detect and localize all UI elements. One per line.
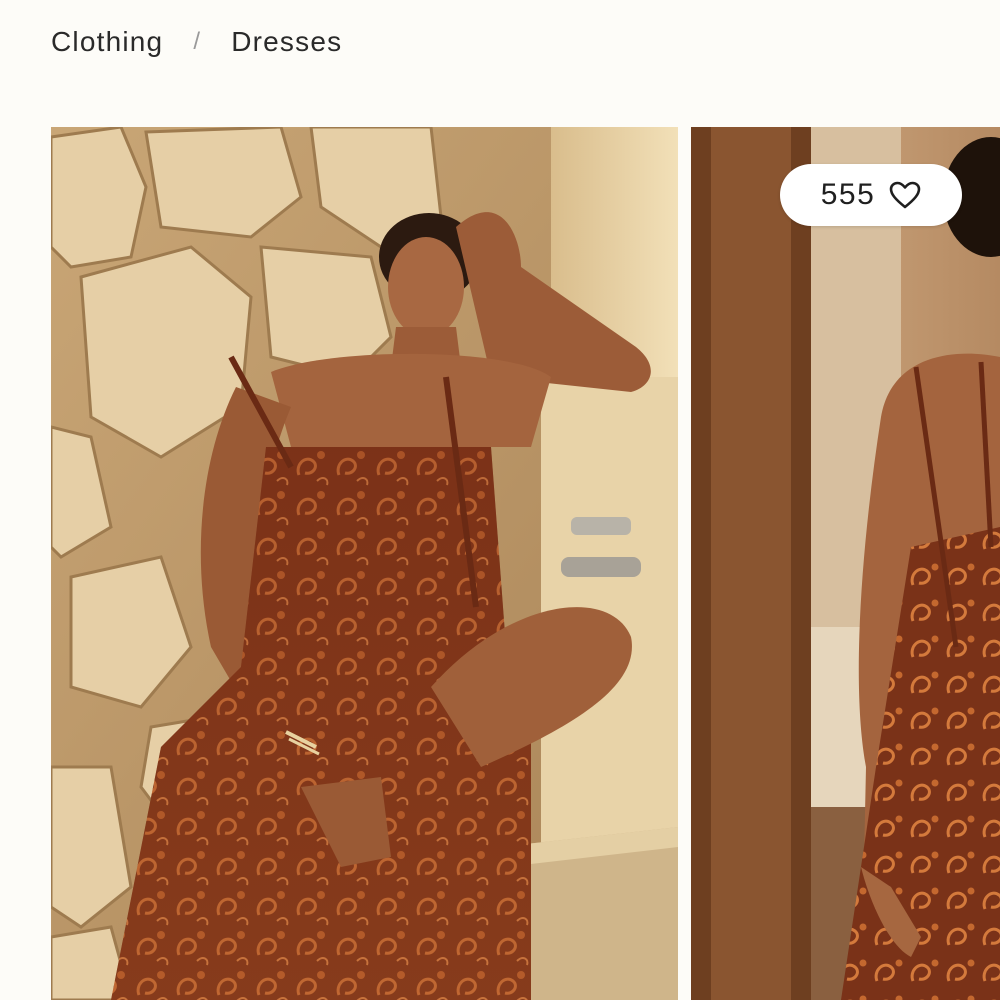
breadcrumb-separator: / <box>193 28 202 55</box>
favorite-button[interactable]: 555 <box>780 164 962 226</box>
product-image-front[interactable] <box>51 127 678 1000</box>
product-page: Clothing / Dresses 555 <box>0 0 1000 1000</box>
product-image-back[interactable] <box>691 127 1000 1000</box>
photo-model-back-view-dress <box>691 127 1000 1000</box>
breadcrumb-link-dresses[interactable]: Dresses <box>231 26 342 58</box>
breadcrumb: Clothing / Dresses <box>51 22 342 62</box>
heart-outline-icon <box>889 181 921 209</box>
favorite-count: 555 <box>820 178 876 211</box>
breadcrumb-link-clothing[interactable]: Clothing <box>51 26 163 58</box>
photo-model-seated-paisley-dress <box>51 127 678 1000</box>
product-image-gallery <box>51 127 1000 1000</box>
